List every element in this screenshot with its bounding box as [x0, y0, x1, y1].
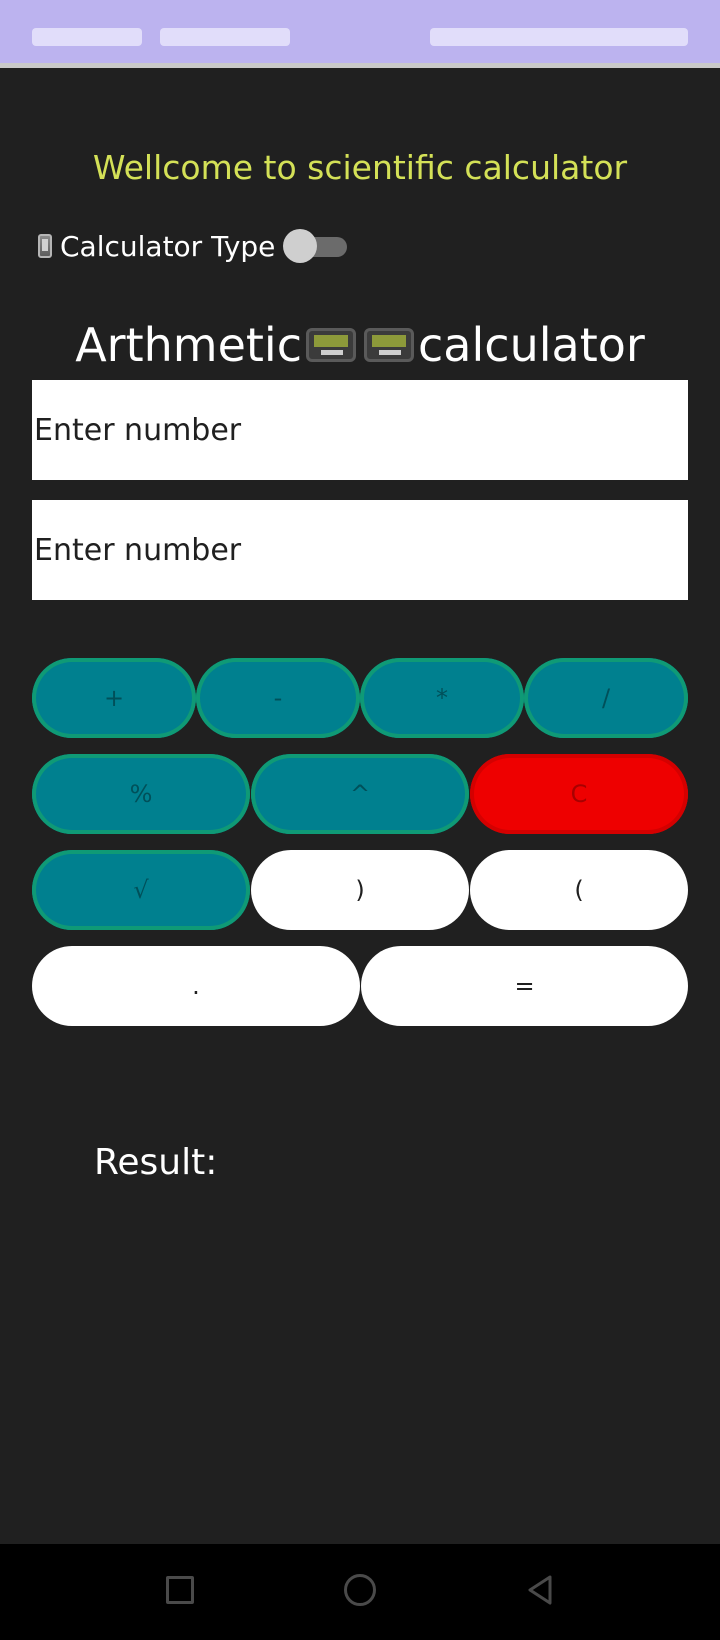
back-nav-icon[interactable] — [526, 1574, 554, 1606]
status-icons-blur — [160, 28, 290, 46]
multiply-button[interactable]: * — [360, 658, 524, 738]
modulo-button[interactable]: % — [32, 754, 250, 834]
clear-button[interactable]: C — [470, 754, 688, 834]
open-paren-button[interactable]: ( — [470, 850, 688, 930]
calculator-type-label: Calculator Type — [60, 229, 276, 263]
phone-icon — [38, 234, 52, 258]
circle-nav-icon[interactable] — [344, 1574, 376, 1606]
page-title: Arthmetic calculator — [0, 318, 720, 372]
close-paren-button[interactable]: ) — [251, 850, 469, 930]
decimal-button[interactable]: . — [32, 946, 360, 1026]
first-number-input[interactable] — [32, 380, 688, 480]
navigation-bar — [0, 1544, 720, 1640]
welcome-text: Wellcome to scientific calculator — [92, 148, 628, 187]
equals-button[interactable]: = — [361, 946, 688, 1026]
status-right-blur — [430, 28, 688, 46]
sqrt-button[interactable]: √ — [32, 850, 250, 930]
second-number-input[interactable] — [32, 500, 688, 600]
calculator-type-row: Calculator Type — [38, 226, 349, 266]
power-button[interactable]: ^ — [251, 754, 469, 834]
title-left: Arthmetic — [75, 318, 303, 372]
divide-button[interactable]: / — [524, 658, 688, 738]
status-left-blur — [32, 28, 142, 46]
calculator-type-switch[interactable] — [283, 229, 349, 263]
title-right: calculator — [418, 318, 645, 372]
pager-icon — [306, 328, 357, 362]
pager-icon — [364, 328, 415, 362]
result-label: Result: — [94, 1142, 218, 1183]
subtract-button[interactable]: - — [196, 658, 360, 738]
switch-thumb — [283, 229, 318, 263]
status-bar — [0, 0, 720, 68]
add-button[interactable]: + — [32, 658, 196, 738]
square-nav-icon[interactable] — [166, 1576, 194, 1604]
